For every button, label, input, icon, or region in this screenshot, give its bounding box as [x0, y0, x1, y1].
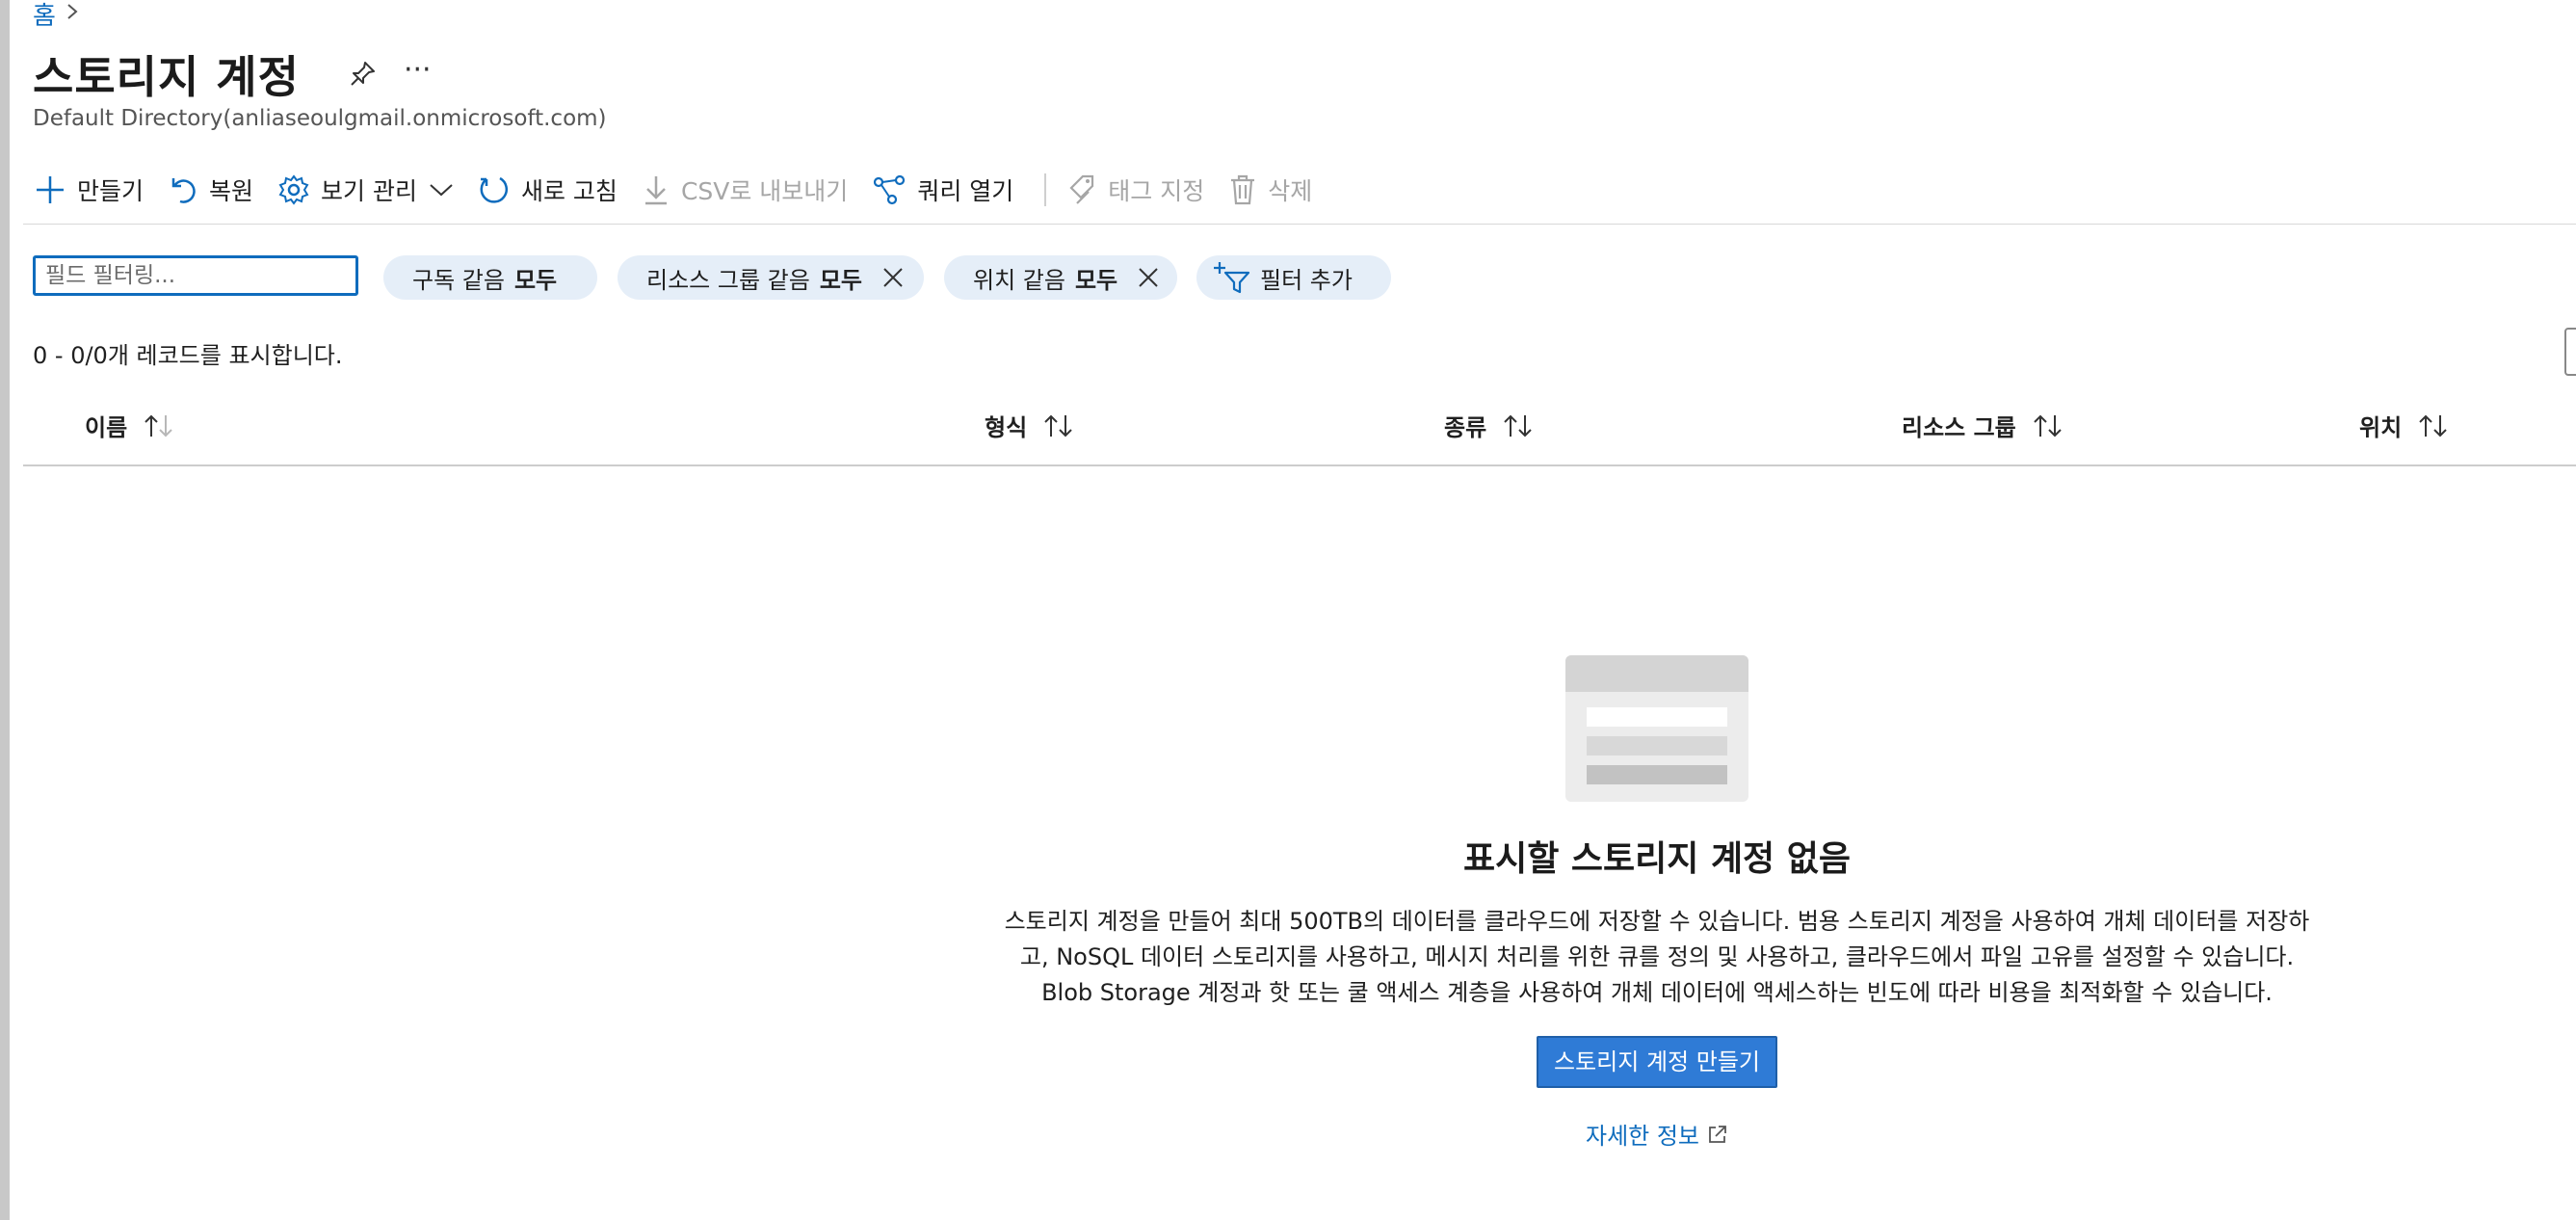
sort-icon	[2032, 413, 2064, 438]
download-icon	[644, 176, 667, 205]
column-header-label: 이름	[85, 414, 128, 441]
column-header-name[interactable]: 이름	[85, 409, 175, 442]
chevron-right-icon	[66, 2, 79, 27]
close-icon[interactable]	[1137, 266, 1160, 289]
tag-icon	[1069, 174, 1094, 204]
resource-group-filter-label: 리소스 그룹 같음	[646, 266, 810, 294]
empty-state-title: 표시할 스토리지 계정 없음	[1463, 839, 1851, 879]
manage-view-label: 보기 관리	[321, 177, 417, 205]
learn-more-label: 자세한 정보	[1585, 1123, 1700, 1150]
title-row: 스토리지 계정 ···	[33, 42, 432, 106]
close-icon[interactable]	[881, 266, 905, 289]
location-filter-pill[interactable]: 위치 같음 모두	[944, 255, 1177, 300]
plus-icon	[37, 176, 64, 203]
manage-view-button[interactable]: 보기 관리	[278, 172, 454, 207]
sort-icon	[1042, 413, 1075, 438]
toolbar-divider	[1044, 173, 1047, 206]
gear-icon	[278, 174, 309, 205]
refresh-button[interactable]: 새로 고침	[479, 172, 618, 207]
create-button[interactable]: 만들기	[35, 172, 144, 207]
trash-icon	[1231, 174, 1255, 205]
resource-group-filter-pill[interactable]: 리소스 그룹 같음 모두	[618, 255, 924, 300]
refresh-icon	[480, 176, 508, 203]
external-link-icon	[1709, 1125, 1726, 1143]
empty-state: 표시할 스토리지 계정 없음 스토리지 계정을 만들어 최대 500TB의 데이…	[1002, 655, 2312, 1151]
more-icon[interactable]: ···	[404, 56, 432, 93]
create-label: 만들기	[77, 177, 145, 205]
learn-more-link[interactable]: 자세한 정보	[1586, 1117, 1728, 1151]
column-header-resource-group[interactable]: 리소스 그룹	[1902, 409, 2064, 442]
command-bar: 만들기 복원 보기 관리 새로 고침 CSV로 내보내기 쿼리 열기 태그 지정…	[35, 164, 1337, 216]
column-header-label: 종류	[1444, 414, 1487, 441]
window-edge	[0, 0, 10, 1220]
page-title: 스토리지 계정	[33, 51, 300, 103]
column-header-type[interactable]: 형식	[985, 409, 1075, 442]
export-csv-button[interactable]: CSV로 내보내기	[643, 172, 848, 207]
pin-icon[interactable]	[346, 58, 379, 91]
delete-button[interactable]: 삭제	[1229, 172, 1312, 207]
location-filter-label: 위치 같음	[973, 266, 1065, 294]
subscription-filter-pill[interactable]: 구독 같음 모두	[383, 255, 597, 300]
column-header-label: 형식	[985, 414, 1028, 441]
query-icon	[874, 174, 906, 205]
subscription-filter-value: 모두	[513, 266, 558, 294]
open-query-button[interactable]: 쿼리 열기	[873, 172, 1013, 207]
chevron-down-icon	[430, 184, 453, 197]
toolbar-separator	[23, 224, 2576, 225]
resource-group-filter-value: 모두	[819, 266, 862, 294]
sort-icon	[2417, 413, 2450, 438]
location-filter-value: 모두	[1074, 266, 1118, 294]
sort-icon	[143, 413, 175, 438]
restore-button[interactable]: 복원	[169, 172, 253, 207]
empty-list-illustration-icon	[1565, 655, 1748, 802]
empty-state-description: 스토리지 계정을 만들어 최대 500TB의 데이터를 클라우드에 저장할 수 …	[1004, 908, 2310, 1006]
filter-input[interactable]	[33, 255, 358, 296]
breadcrumb: 홈	[33, 0, 79, 32]
create-storage-account-button[interactable]: 스토리지 계정 만들기	[1537, 1036, 1777, 1088]
column-header-kind[interactable]: 종류	[1444, 409, 1535, 442]
restore-label: 복원	[209, 177, 254, 205]
page-subtitle: Default Directory(anliaseoulgmail.onmicr…	[33, 106, 607, 131]
assign-tags-label: 태그 지정	[1108, 177, 1205, 205]
table-header: 이름 형식 종류 리소스 그룹 위치	[23, 405, 2576, 466]
subscription-filter-label: 구독 같음	[412, 266, 505, 294]
assign-tags-button[interactable]: 태그 지정	[1067, 172, 1204, 207]
add-filter-button[interactable]: 필터 추가	[1196, 255, 1391, 300]
column-header-label: 위치	[2359, 414, 2403, 441]
undo-icon	[171, 178, 196, 203]
export-csv-label: CSV로 내보내기	[680, 177, 849, 205]
refresh-label: 새로 고침	[520, 177, 618, 205]
sort-icon	[1502, 413, 1535, 438]
delete-label: 삭제	[1268, 177, 1313, 205]
open-query-label: 쿼리 열기	[917, 177, 1014, 205]
record-count: 0 - 0/0개 레코드를 표시합니다.	[33, 342, 343, 369]
column-header-location[interactable]: 위치	[2359, 409, 2450, 442]
add-filter-icon	[1214, 262, 1250, 294]
column-header-label: 리소스 그룹	[1902, 414, 2016, 441]
breadcrumb-home[interactable]: 홈	[33, 0, 56, 32]
side-panel-handle[interactable]	[2564, 328, 2576, 376]
add-filter-label: 필터 추가	[1260, 266, 1353, 294]
